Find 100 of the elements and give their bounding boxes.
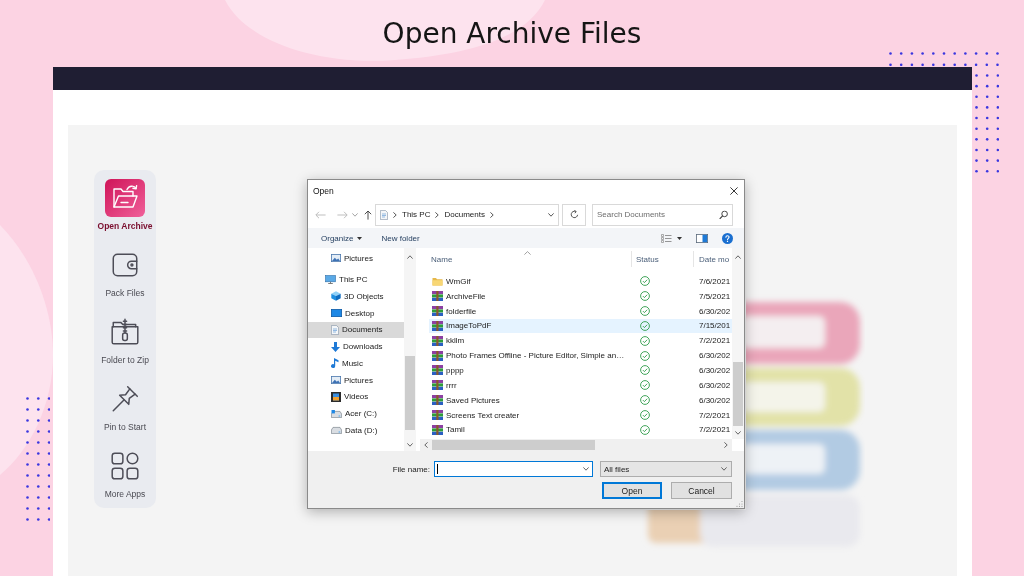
cube-icon <box>331 291 341 302</box>
nav-item[interactable]: Documents <box>308 321 404 339</box>
scrollbar[interactable] <box>404 248 416 451</box>
toolbar-button[interactable]: New folder <box>381 233 420 243</box>
view-list-icon[interactable] <box>661 233 672 243</box>
file-row[interactable]: Saved Pictures 6/30/202 <box>429 392 732 408</box>
stacked-books-icon <box>432 335 443 346</box>
up-arrow-icon[interactable] <box>364 209 372 220</box>
apps-grid-icon <box>109 450 141 482</box>
stacked-books-icon <box>432 306 443 317</box>
preview-pane-icon[interactable] <box>696 233 708 243</box>
drive-icon <box>331 409 342 418</box>
stacked-books-icon <box>432 350 443 361</box>
search-field[interactable]: Search Documents <box>592 203 733 226</box>
nav-item[interactable]: Data (D:) <box>308 422 404 439</box>
scroll-thumb[interactable] <box>405 356 415 430</box>
file-row[interactable]: pppp 6/30/202 <box>429 363 732 378</box>
file-name: Photo Frames Offline - Picture Editor, Simple an… <box>446 351 625 361</box>
file-row[interactable]: ArchiveFile 7/5/2021 <box>429 288 732 304</box>
page-title: Open Archive Files <box>382 16 642 51</box>
stacked-books-icon <box>432 320 443 331</box>
nav-item[interactable]: Desktop <box>308 304 404 322</box>
chevron-down-icon[interactable] <box>735 431 741 435</box>
resize-grip-icon <box>736 500 743 507</box>
sidebar-item[interactable]: Open Archive <box>94 178 156 245</box>
file-row[interactable]: Tamil 7/2/2021 <box>429 422 732 438</box>
chevron-up-icon[interactable] <box>735 255 741 259</box>
stacked-books-icon <box>432 380 443 391</box>
refresh-button[interactable] <box>562 203 586 226</box>
nav-item[interactable]: Pictures <box>308 250 404 267</box>
chevron-down-icon[interactable] <box>583 467 589 471</box>
scroll-thumb[interactable] <box>432 440 595 450</box>
file-row[interactable]: Screens Text creater 7/2/2021 <box>429 407 732 423</box>
file-name-label: File name: <box>392 464 430 474</box>
file-name: Screens Text creater <box>446 410 520 420</box>
breadcrumb[interactable]: This PC <box>402 210 431 219</box>
chevron-right-icon <box>435 211 440 218</box>
search-icon[interactable] <box>719 210 728 219</box>
file-row[interactable]: Photo Frames Offline - Picture Editor, Simple an… 6/30/202 <box>429 348 732 364</box>
chevron-left-icon[interactable] <box>424 442 428 448</box>
address-bar[interactable]: This PC Documents <box>375 203 559 226</box>
chevron-down-icon[interactable] <box>407 443 413 447</box>
sidebar-item[interactable]: More Apps <box>94 446 156 513</box>
stacked-books-icon <box>432 424 443 435</box>
breadcrumb[interactable]: Documents <box>444 210 485 219</box>
dialog-button[interactable]: Open <box>602 482 662 499</box>
stacked-books-icon <box>432 365 443 376</box>
file-name-field[interactable] <box>434 461 593 477</box>
nav-item[interactable]: 3D Objects <box>308 288 404 305</box>
refresh-icon <box>569 210 579 219</box>
sidebar-item[interactable]: Pack Files <box>94 245 156 312</box>
nav-item[interactable]: Downloads <box>308 338 404 355</box>
date-modified: 7/15/201 <box>699 321 731 331</box>
scroll-thumb[interactable] <box>733 362 743 426</box>
nav-item[interactable]: Pictures <box>308 371 404 389</box>
dialog-button[interactable]: Cancel <box>671 482 732 499</box>
nav-item[interactable]: Music <box>308 355 404 372</box>
picture-icon <box>331 254 341 263</box>
column-header[interactable]: Date mo <box>694 251 732 267</box>
chevron-down-icon <box>721 467 727 471</box>
menu-button[interactable]: Organize <box>321 233 363 243</box>
close-icon <box>730 186 738 195</box>
nav-item[interactable]: Acer (C:) <box>308 405 404 422</box>
date-modified: 6/30/202 <box>699 366 731 375</box>
chevron-right-icon <box>393 211 397 218</box>
chevron-down-icon[interactable] <box>548 212 554 217</box>
caret-down-icon[interactable] <box>357 236 363 240</box>
file-name: ArchiveFile <box>446 291 486 301</box>
file-row[interactable]: rrrr 6/30/202 <box>429 377 732 393</box>
file-name: pppp <box>446 366 464 375</box>
close-button[interactable] <box>728 184 740 197</box>
date-modified: 7/2/2021 <box>699 336 731 346</box>
file-name: kkllm <box>446 336 465 346</box>
date-modified: 6/30/202 <box>699 306 731 316</box>
file-name: folderfile <box>446 306 477 316</box>
file-type-dropdown[interactable]: All files <box>600 461 732 477</box>
folder-icon <box>432 276 443 286</box>
file-row[interactable]: WmGif 7/6/2021 <box>429 274 732 289</box>
date-modified: 6/30/202 <box>699 395 731 405</box>
help-icon[interactable] <box>722 232 733 244</box>
nav-item[interactable]: Videos <box>308 388 404 406</box>
scrollbar[interactable] <box>732 248 744 439</box>
sidebar-item[interactable]: Pin to Start <box>94 379 156 446</box>
file-row[interactable]: kkllm 7/2/2021 <box>429 333 732 349</box>
text-cursor <box>437 464 438 474</box>
file-row[interactable]: ImageToPdF 7/15/201 <box>429 318 732 334</box>
scrollbar[interactable] <box>420 439 732 451</box>
column-header[interactable]: Name <box>420 251 632 267</box>
stacked-books-icon <box>432 291 443 302</box>
file-name: Saved Pictures <box>446 395 500 405</box>
file-name: WmGif <box>446 276 471 286</box>
chevron-up-icon[interactable] <box>407 255 413 259</box>
chevron-right-icon[interactable] <box>724 442 728 448</box>
column-header[interactable]: Status <box>632 251 694 267</box>
nav-item[interactable]: This PC <box>308 271 404 288</box>
file-row[interactable]: folderfile 6/30/202 <box>429 303 732 319</box>
sidebar-item[interactable]: Folder to Zip <box>94 312 156 379</box>
stacked-books-icon <box>432 410 443 420</box>
date-modified: 7/2/2021 <box>699 425 731 435</box>
caret-down-icon[interactable] <box>677 236 682 240</box>
